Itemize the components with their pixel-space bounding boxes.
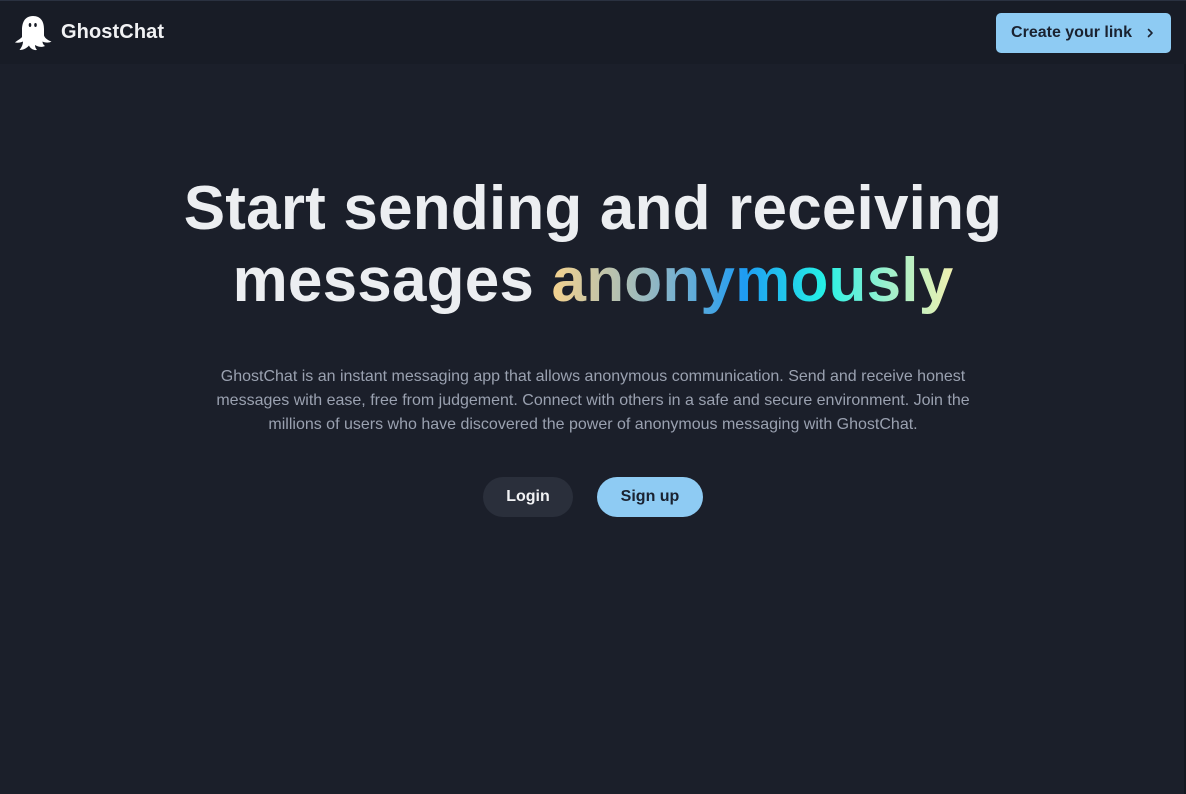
hero-description: GhostChat is an instant messaging app th…	[216, 368, 970, 433]
headline-highlight: anonymously	[551, 246, 954, 315]
headline-line-2-prefix: messages	[232, 246, 552, 315]
signup-button[interactable]: Sign up	[597, 477, 703, 517]
create-link-label: Create your link	[1011, 23, 1132, 41]
hero-actions: Login Sign up	[483, 477, 703, 517]
login-button[interactable]: Login	[483, 477, 573, 517]
create-link-button[interactable]: Create your link	[996, 12, 1171, 53]
top-navbar: GhostChat Create your link	[0, 0, 1186, 64]
headline-line-1: Start sending and receiving	[183, 174, 1003, 243]
hero-section: Start sending and receiving messages ano…	[0, 64, 1186, 517]
hero-headline: Start sending and receiving messages ano…	[184, 173, 1002, 317]
ghost-icon	[15, 15, 52, 50]
chevron-right-icon	[1147, 28, 1153, 37]
brand[interactable]: GhostChat	[13, 13, 164, 53]
brand-name: GhostChat	[61, 21, 165, 43]
